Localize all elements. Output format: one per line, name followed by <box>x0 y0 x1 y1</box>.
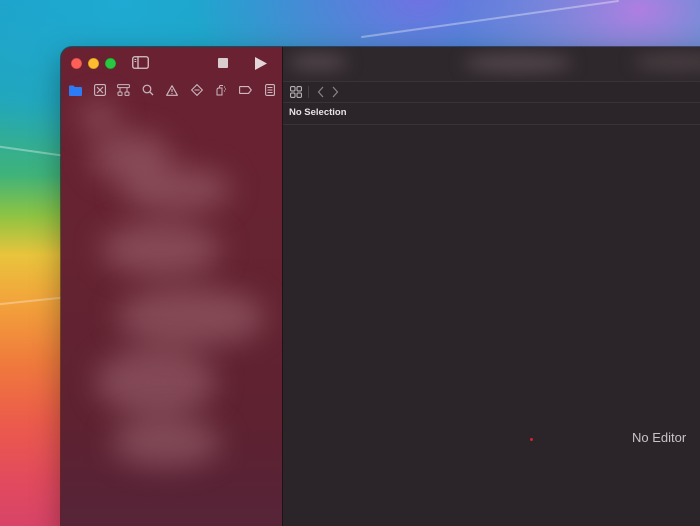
navigator-sidebar <box>61 47 283 526</box>
blurred-tab-content <box>463 53 573 73</box>
blurred-content <box>96 347 216 417</box>
sidebar-titlebar <box>61 47 282 79</box>
navigator-tab-bar <box>61 79 282 101</box>
selection-bar: No Selection <box>283 102 700 125</box>
blurred-content <box>116 287 266 347</box>
source-control-icon[interactable] <box>92 82 108 98</box>
zoom-button[interactable] <box>105 58 116 69</box>
test-diamond-icon[interactable] <box>189 82 205 98</box>
xcode-window: No Selection No Editor <box>61 47 700 526</box>
grid-icon[interactable] <box>288 84 304 100</box>
blurred-content <box>121 167 231 212</box>
blurred-content <box>111 417 221 467</box>
close-button[interactable] <box>71 58 82 69</box>
warning-icon[interactable] <box>164 82 180 98</box>
wallpaper-streak <box>361 0 619 39</box>
stop-icon[interactable] <box>217 57 229 69</box>
play-icon[interactable] <box>254 56 268 70</box>
blurred-content <box>101 222 221 277</box>
no-editor-label: No Editor <box>632 430 687 445</box>
red-marker-dot <box>530 438 533 441</box>
symbol-hierarchy-icon[interactable] <box>115 82 131 98</box>
report-icon[interactable] <box>262 82 278 98</box>
blurred-tab-content <box>288 53 348 71</box>
jump-bar-divider <box>308 86 309 98</box>
search-icon[interactable] <box>140 82 156 98</box>
chevron-right-icon[interactable] <box>327 84 343 100</box>
blurred-tab-content <box>633 53 700 71</box>
minimize-button[interactable] <box>88 58 99 69</box>
folder-icon[interactable] <box>67 82 83 98</box>
sidebar-toggle-icon[interactable] <box>131 55 149 69</box>
desktop-wallpaper: No Selection No Editor <box>0 0 700 526</box>
breakpoint-icon[interactable] <box>237 82 253 98</box>
no-selection-label: No Selection <box>289 107 347 118</box>
debug-spray-icon[interactable] <box>213 82 229 98</box>
blurred-content <box>79 102 119 132</box>
editor-titlebar <box>283 47 700 81</box>
editor-jump-bar <box>283 81 700 103</box>
editor-area: No Selection No Editor <box>283 47 700 526</box>
